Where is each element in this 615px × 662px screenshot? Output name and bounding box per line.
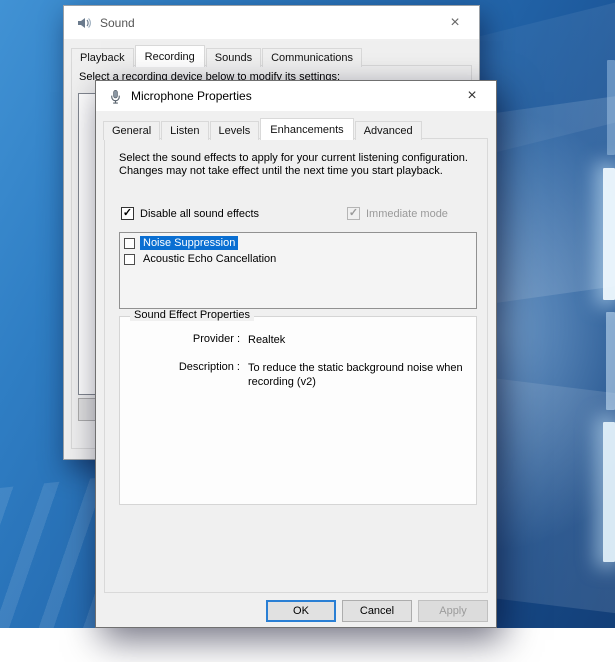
check-icon: ✓ <box>123 208 132 219</box>
sound-window-title: Sound <box>100 16 135 30</box>
microphone-properties-window: Microphone Properties × General Listen L… <box>95 80 497 628</box>
tab-levels[interactable]: Levels <box>210 121 260 140</box>
close-icon[interactable]: × <box>458 88 486 104</box>
mic-window-title: Microphone Properties <box>131 89 252 103</box>
effect-label[interactable]: Noise Suppression <box>140 236 238 250</box>
close-icon[interactable]: × <box>441 15 469 31</box>
immediate-mode-label: Immediate mode <box>366 208 448 220</box>
disable-all-sound-effects-row[interactable]: ✓ Disable all sound effects <box>121 207 259 220</box>
tab-listen[interactable]: Listen <box>161 121 208 140</box>
list-item[interactable]: Acoustic Echo Cancellation <box>120 251 476 267</box>
description-value: To reduce the static background noise wh… <box>248 361 480 389</box>
mic-tabstrip: General Listen Levels Enhancements Advan… <box>96 117 496 139</box>
tab-general[interactable]: General <box>103 121 160 140</box>
wallpaper-window-pane <box>603 422 615 562</box>
check-icon: ✓ <box>349 208 358 219</box>
effect-checkbox[interactable] <box>124 238 135 249</box>
provider-label: Provider : <box>120 333 240 347</box>
mic-titlebar[interactable]: Microphone Properties × <box>96 81 496 111</box>
wallpaper-window-pane <box>603 168 615 300</box>
group-title: Sound Effect Properties <box>130 309 254 321</box>
enhancements-description: Select the sound effects to apply for yo… <box>119 152 488 178</box>
enhancements-tabpage: Select the sound effects to apply for yo… <box>104 138 488 593</box>
tab-recording[interactable]: Recording <box>135 45 205 67</box>
tab-advanced[interactable]: Advanced <box>355 121 422 140</box>
sound-effect-properties-group: Sound Effect Properties Provider : Realt… <box>119 316 477 505</box>
wallpaper-window-pane <box>607 60 615 155</box>
sound-effects-list[interactable]: Noise Suppression Acoustic Echo Cancella… <box>119 232 477 309</box>
list-item[interactable]: Noise Suppression <box>120 235 476 251</box>
effect-label[interactable]: Acoustic Echo Cancellation <box>140 252 279 266</box>
apply-button: Apply <box>418 600 488 622</box>
tab-enhancements[interactable]: Enhancements <box>260 118 353 140</box>
provider-row: Provider : Realtek <box>120 333 480 347</box>
tab-sounds[interactable]: Sounds <box>206 48 261 67</box>
tab-playback[interactable]: Playback <box>71 48 134 67</box>
description-row: Description : To reduce the static backg… <box>120 361 480 389</box>
wallpaper-window-pane <box>606 312 615 410</box>
sound-tabstrip: Playback Recording Sounds Communications <box>64 44 479 66</box>
description-label: Description : <box>120 361 240 389</box>
speaker-icon <box>76 15 92 31</box>
effect-checkbox[interactable] <box>124 254 135 265</box>
provider-value: Realtek <box>248 333 480 347</box>
sound-titlebar[interactable]: Sound × <box>64 6 479 39</box>
tab-communications[interactable]: Communications <box>262 48 362 67</box>
microphone-icon <box>108 89 123 104</box>
disable-all-checkbox[interactable]: ✓ <box>121 207 134 220</box>
immediate-mode-row: ✓ Immediate mode <box>347 207 448 220</box>
ok-button[interactable]: OK <box>266 600 336 622</box>
cancel-button[interactable]: Cancel <box>342 600 412 622</box>
immediate-mode-checkbox: ✓ <box>347 207 360 220</box>
disable-all-label: Disable all sound effects <box>140 208 259 220</box>
